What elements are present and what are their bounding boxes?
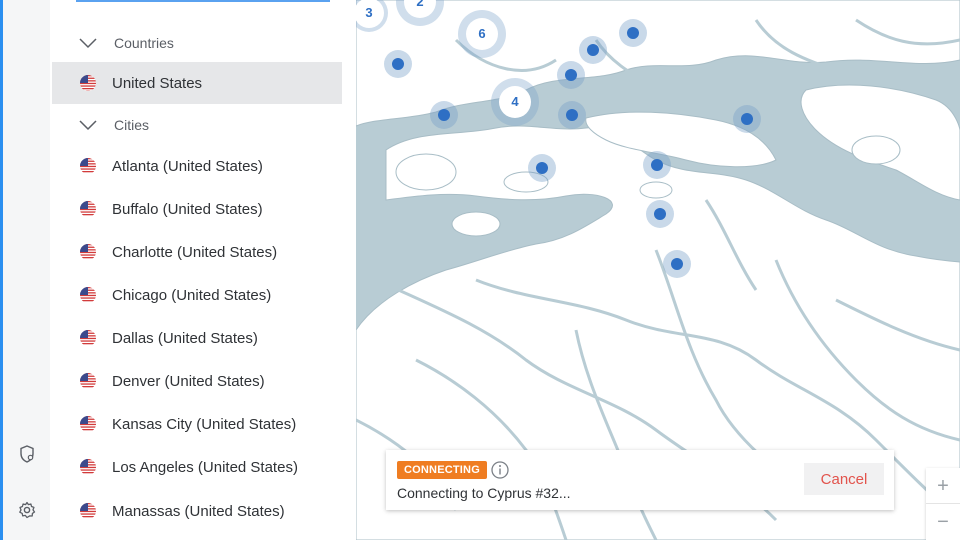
shield-icon[interactable] [17,444,37,464]
zoom-controls: + − [926,468,960,540]
us-flag-icon [80,158,96,174]
city-label: Chicago (United States) [112,286,272,304]
zoom-out-button[interactable]: − [926,504,960,540]
city-label: Buffalo (United States) [112,200,263,218]
country-item-united-states[interactable]: United States [52,62,342,104]
zoom-in-button[interactable]: + [926,468,960,504]
cluster-count: 4 [499,86,531,118]
server-cluster[interactable]: 6 [458,10,506,58]
server-pin-dot [671,258,683,270]
city-item[interactable]: Denver (United States) [52,360,342,402]
server-pin[interactable] [619,19,647,47]
section-label: Countries [114,35,174,51]
server-pin-dot [566,109,578,121]
city-item[interactable]: Manassas (United States) [52,490,342,532]
us-flag-icon [80,201,96,217]
us-flag-icon [80,330,96,346]
status-message: Connecting to Cyprus #32... [397,485,571,501]
section-header-cities[interactable]: Cities [52,104,342,146]
city-item[interactable]: Buffalo (United States) [52,188,342,230]
country-label: United States [112,74,203,92]
cluster-count: 6 [466,18,498,50]
city-item[interactable]: Dallas (United States) [52,317,342,359]
server-pin[interactable] [430,101,458,129]
city-item[interactable]: Kansas City (United States) [52,403,342,445]
us-flag-icon [80,503,96,519]
server-pin[interactable] [528,154,556,182]
us-flag-icon [80,416,96,432]
city-label: Kansas City (United States) [112,415,297,433]
city-label: Manassas (United States) [112,502,285,520]
server-pin[interactable] [663,250,691,278]
city-label: Los Angeles (United States) [112,458,298,476]
info-icon[interactable] [490,460,510,480]
server-cluster[interactable]: 4 [491,78,539,126]
server-pin-dot [587,44,599,56]
section-header-countries[interactable]: Countries [52,22,342,64]
city-label: Dallas (United States) [112,329,258,347]
server-pin-dot [438,109,450,121]
server-pin[interactable] [733,105,761,133]
city-item[interactable]: Los Angeles (United States) [52,446,342,488]
server-list: Countries United States Cities Atlanta (… [50,0,356,540]
city-item[interactable]: Chicago (United States) [52,274,342,316]
us-flag-icon [80,244,96,260]
city-item[interactable]: Charlotte (United States) [52,231,342,273]
server-pin-dot [651,159,663,171]
server-pin[interactable] [646,200,674,228]
server-pin-dot [565,69,577,81]
search-input-underline[interactable] [76,0,330,2]
left-rail [0,0,50,540]
server-pin-dot [392,58,404,70]
us-flag-icon [80,75,96,91]
cluster-count: 3 [356,0,384,28]
connection-status-card: CONNECTING Connecting to Cyprus #32... C… [386,450,894,510]
server-pin[interactable] [384,50,412,78]
us-flag-icon [80,459,96,475]
server-pin[interactable] [643,151,671,179]
cluster-count: 2 [404,0,436,18]
us-flag-icon [80,287,96,303]
map-view[interactable]: 3 2 6 4 CONNECTING Connecting to Cyprus … [356,0,960,540]
server-pin[interactable] [558,101,586,129]
server-pin[interactable] [579,36,607,64]
city-item[interactable]: Atlanta (United States) [52,145,342,187]
gear-icon[interactable] [17,500,37,520]
city-label: Charlotte (United States) [112,243,278,261]
us-flag-icon [80,373,96,389]
city-label: Atlanta (United States) [112,157,263,175]
server-pin[interactable] [557,61,585,89]
server-pin-dot [741,113,753,125]
chevron-down-icon [79,120,97,131]
section-label: Cities [114,117,150,133]
status-badge: CONNECTING [397,461,487,479]
server-pin-dot [627,27,639,39]
city-label: Denver (United States) [112,372,265,390]
server-pin-dot [654,208,666,220]
server-pin-dot [536,162,548,174]
cancel-button[interactable]: Cancel [804,463,884,495]
chevron-down-icon [79,38,97,49]
